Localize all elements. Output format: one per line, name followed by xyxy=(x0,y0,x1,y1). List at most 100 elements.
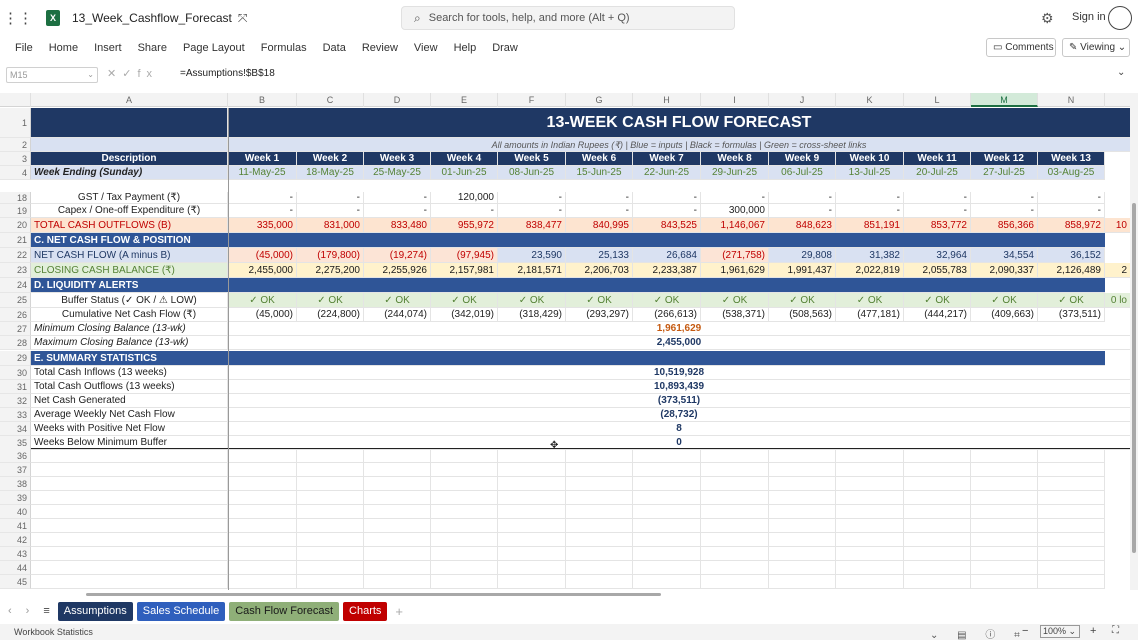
row22-value[interactable]: 23,590 xyxy=(498,248,566,263)
row25-label[interactable]: Buffer Status (✓ OK / ⚠ LOW) xyxy=(31,293,228,308)
summary-label[interactable]: Total Cash Inflows (13 weeks) xyxy=(31,366,228,380)
row-header[interactable]: 40 xyxy=(0,505,31,519)
empty-cell[interactable] xyxy=(228,463,297,477)
empty-cell[interactable] xyxy=(904,463,971,477)
row-header[interactable]: 1 xyxy=(0,108,31,138)
row22-label[interactable]: NET CASH FLOW (A minus B) xyxy=(31,248,228,263)
week-ending-date[interactable]: 06-Jul-25 xyxy=(769,166,836,180)
row20-value[interactable]: 838,477 xyxy=(498,218,566,233)
sheet-subtitle[interactable]: All amounts in Indian Rupees (₹) | Blue … xyxy=(228,138,1130,152)
row19-value[interactable]: - xyxy=(836,204,904,218)
row23-overflow[interactable]: 2 xyxy=(1105,263,1130,278)
row22-value[interactable]: 36,152 xyxy=(1038,248,1105,263)
row26-value[interactable]: (508,563) xyxy=(769,308,836,322)
empty-cell[interactable] xyxy=(769,519,836,533)
section_d-header[interactable]: D. LIQUIDITY ALERTS xyxy=(31,278,1105,293)
row23-value[interactable]: 2,206,703 xyxy=(566,263,633,278)
row23-value[interactable]: 2,275,200 xyxy=(297,263,364,278)
empty-cell[interactable] xyxy=(904,519,971,533)
row-header[interactable]: 30 xyxy=(0,366,31,380)
empty-cell[interactable] xyxy=(904,547,971,561)
row-header[interactable]: 39 xyxy=(0,491,31,505)
column-header-j[interactable]: J xyxy=(769,93,836,107)
empty-cell[interactable] xyxy=(836,561,904,575)
week-ending-date[interactable]: 11-May-25 xyxy=(228,166,297,180)
empty-cell[interactable] xyxy=(701,463,769,477)
menu-insert[interactable]: Insert xyxy=(86,42,130,54)
empty-cell[interactable] xyxy=(971,533,1038,547)
summary-label[interactable]: Net Cash Generated xyxy=(31,394,228,408)
empty-cell[interactable] xyxy=(297,547,364,561)
fullscreen-icon[interactable]: ⛶ xyxy=(1112,625,1119,636)
menu-view[interactable]: View xyxy=(406,42,446,54)
row25-overflow[interactable]: 0 lo xyxy=(1105,293,1130,308)
column-header-n[interactable]: N xyxy=(1038,93,1105,107)
row26-value[interactable]: (224,800) xyxy=(297,308,364,322)
week-ending-date[interactable]: 13-Jul-25 xyxy=(836,166,904,180)
empty-cell[interactable] xyxy=(769,505,836,519)
row25-value[interactable]: ✓ OK xyxy=(836,293,904,308)
week-header[interactable]: Week 13 xyxy=(1038,152,1105,166)
empty-cell[interactable] xyxy=(498,463,566,477)
viewing-mode-button[interactable]: ✎ Viewing ⌄ xyxy=(1062,38,1130,57)
empty-cell[interactable] xyxy=(836,491,904,505)
empty-cell[interactable] xyxy=(498,533,566,547)
confirm-icon[interactable]: ✓ xyxy=(122,68,137,80)
empty-cell[interactable] xyxy=(31,491,228,505)
week-header[interactable]: Week 3 xyxy=(364,152,431,166)
row19-value[interactable]: - xyxy=(633,204,701,218)
add-sheet-icon[interactable]: + xyxy=(395,604,403,619)
row19-value[interactable]: - xyxy=(971,204,1038,218)
empty-cell[interactable] xyxy=(297,491,364,505)
row26-value[interactable]: (318,429) xyxy=(498,308,566,322)
empty-cell[interactable] xyxy=(769,463,836,477)
row20-value[interactable]: 848,623 xyxy=(769,218,836,233)
empty-cell[interactable] xyxy=(904,575,971,589)
empty-cell[interactable] xyxy=(701,533,769,547)
empty-cell[interactable] xyxy=(1038,491,1105,505)
menu-review[interactable]: Review xyxy=(354,42,406,54)
row18-value[interactable]: - xyxy=(904,192,971,204)
cancel-icon[interactable]: ✕ xyxy=(107,68,122,80)
menu-home[interactable]: Home xyxy=(41,42,86,54)
empty-cell[interactable] xyxy=(836,533,904,547)
empty-cell[interactable] xyxy=(836,575,904,589)
empty-cell[interactable] xyxy=(498,547,566,561)
empty-cell[interactable] xyxy=(566,519,633,533)
comments-button[interactable]: ▭ Comments xyxy=(986,38,1056,57)
empty-cell[interactable] xyxy=(904,491,971,505)
empty-cell[interactable] xyxy=(1038,575,1105,589)
empty-cell[interactable] xyxy=(971,519,1038,533)
row22-value[interactable]: (271,758) xyxy=(701,248,769,263)
column-header-b[interactable]: B xyxy=(228,93,297,107)
empty-cell[interactable] xyxy=(836,505,904,519)
row18-value[interactable]: 120,000 xyxy=(431,192,498,204)
week-ending-date[interactable]: 27-Jul-25 xyxy=(971,166,1038,180)
next-sheet-icon[interactable]: › xyxy=(26,605,30,617)
column-header-a[interactable]: A xyxy=(31,93,228,107)
row-header[interactable]: 23 xyxy=(0,263,31,278)
row20-overflow[interactable]: 10 xyxy=(1105,218,1130,233)
row19-value[interactable]: 300,000 xyxy=(701,204,769,218)
empty-cell[interactable] xyxy=(633,449,701,463)
row18-value[interactable]: - xyxy=(566,192,633,204)
row18-value[interactable]: - xyxy=(364,192,431,204)
empty-cell[interactable] xyxy=(297,561,364,575)
empty-cell[interactable] xyxy=(971,463,1038,477)
empty-cell[interactable] xyxy=(498,561,566,575)
spreadsheet-grid[interactable]: 1 2 3 4 18 19 20 21 22 23 24 25 26 27 28 29 30 31 32 33 34 35… xyxy=(0,108,1130,590)
row-header[interactable]: 2 xyxy=(0,138,31,152)
empty-cell[interactable] xyxy=(364,519,431,533)
row25-value[interactable]: ✓ OK xyxy=(1038,293,1105,308)
empty-cell[interactable] xyxy=(498,449,566,463)
empty-cell[interactable] xyxy=(1038,547,1105,561)
empty-cell[interactable] xyxy=(31,561,228,575)
subtitle-left[interactable] xyxy=(31,138,228,152)
row26-value[interactable]: (373,511) xyxy=(1038,308,1105,322)
row20-value[interactable]: 856,366 xyxy=(971,218,1038,233)
empty-cell[interactable] xyxy=(1038,533,1105,547)
row25-value[interactable]: ✓ OK xyxy=(566,293,633,308)
row-header[interactable]: 38 xyxy=(0,477,31,491)
row19-value[interactable]: - xyxy=(904,204,971,218)
row23-value[interactable]: 2,233,387 xyxy=(633,263,701,278)
